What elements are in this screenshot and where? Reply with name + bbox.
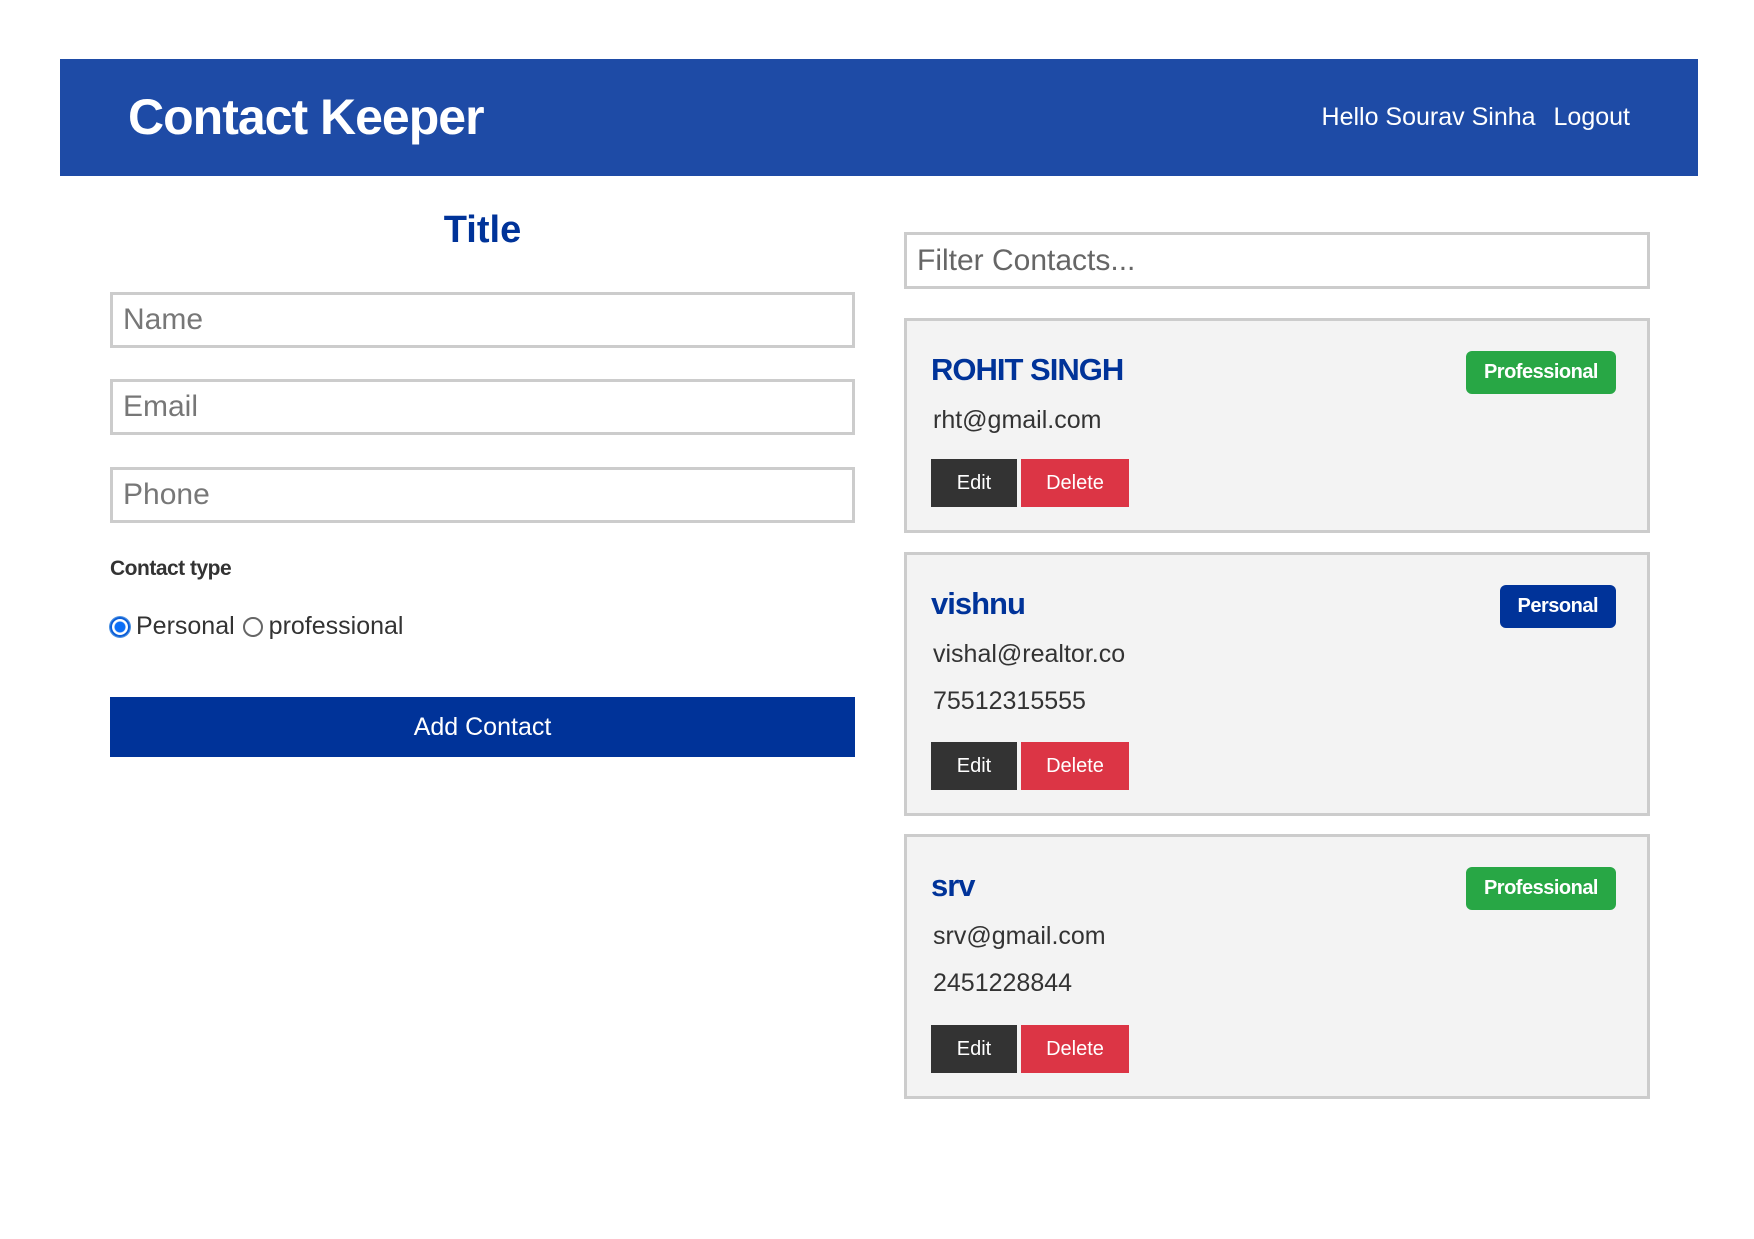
phone-input[interactable]: [110, 467, 855, 523]
delete-button[interactable]: Delete: [1021, 742, 1129, 790]
contact-type-badge: Professional: [1465, 351, 1616, 394]
edit-button[interactable]: Edit: [931, 459, 1017, 507]
contact-type-radio-group: Personal professional: [110, 612, 411, 641]
contact-type-badge: Professional: [1465, 867, 1616, 910]
email-input[interactable]: [110, 379, 855, 435]
add-contact-button[interactable]: Add Contact: [110, 697, 855, 757]
delete-button[interactable]: Delete: [1021, 1025, 1129, 1073]
user-greeting: Hello Sourav Sinha: [1321, 103, 1536, 131]
contact-email: rht@gmail.com: [933, 406, 1102, 434]
form-title: Title: [443, 209, 522, 251]
contact-name: srv: [931, 868, 976, 903]
contact-card: vishnu Personal vishal@realtor.co 755123…: [904, 552, 1650, 816]
contact-type-label: Contact type: [110, 557, 232, 580]
contact-card: ROHIT SINGH Professional rht@gmail.com E…: [904, 318, 1650, 533]
filter-contacts-input[interactable]: [904, 232, 1650, 289]
contact-phone: 75512315555: [933, 687, 1086, 715]
logout-link[interactable]: Logout: [1554, 101, 1630, 133]
contact-name: vishnu: [931, 586, 1026, 621]
app-title: Contact Keeper: [128, 89, 485, 145]
radio-personal-label[interactable]: Personal: [136, 612, 235, 641]
edit-button[interactable]: Edit: [931, 1025, 1017, 1073]
radio-professional[interactable]: [242, 616, 263, 637]
contact-type-badge: Personal: [1499, 585, 1616, 628]
contact-form: Title Contact type Personal professional…: [110, 204, 855, 757]
navbar: Contact Keeper Hello Sourav Sinha Logout: [60, 59, 1698, 176]
contact-email: vishal@realtor.co: [933, 640, 1126, 668]
contact-email: srv@gmail.com: [933, 922, 1106, 950]
radio-personal[interactable]: [110, 616, 130, 637]
contact-phone: 2451228844: [933, 969, 1073, 997]
delete-button[interactable]: Delete: [1021, 459, 1129, 507]
contact-name: ROHIT SINGH: [931, 352, 1124, 387]
contact-card: srv Professional srv@gmail.com 245122884…: [904, 834, 1650, 1099]
nav-user-area: Hello Sourav Sinha Logout: [1322, 101, 1630, 133]
radio-professional-label[interactable]: professional: [269, 612, 404, 641]
edit-button[interactable]: Edit: [931, 742, 1017, 790]
name-input[interactable]: [110, 292, 855, 348]
